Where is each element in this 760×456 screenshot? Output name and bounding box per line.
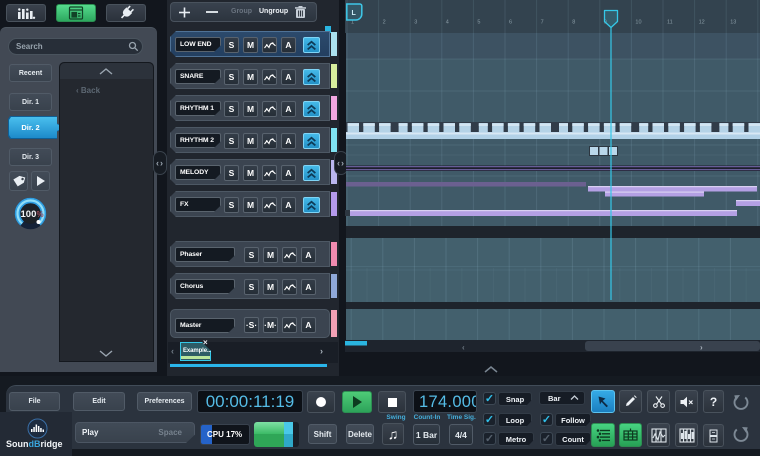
svg-text:5: 5: [477, 20, 480, 26]
svg-text:8: 8: [572, 20, 575, 26]
svg-text:‹: ‹: [462, 343, 465, 352]
svg-text:3: 3: [414, 20, 417, 26]
svg-text:2: 2: [383, 20, 386, 26]
svg-text:4: 4: [446, 20, 449, 26]
svg-text:11: 11: [667, 20, 673, 26]
svg-text:%: %: [37, 210, 44, 219]
svg-text:100: 100: [21, 209, 37, 220]
svg-text:6: 6: [509, 20, 512, 26]
svg-text:L: L: [352, 10, 357, 17]
svg-text:›: ›: [700, 343, 703, 352]
svg-text:7: 7: [541, 20, 544, 26]
svg-text:12: 12: [699, 20, 705, 26]
svg-text:13: 13: [730, 20, 736, 26]
svg-text:10: 10: [635, 20, 641, 26]
